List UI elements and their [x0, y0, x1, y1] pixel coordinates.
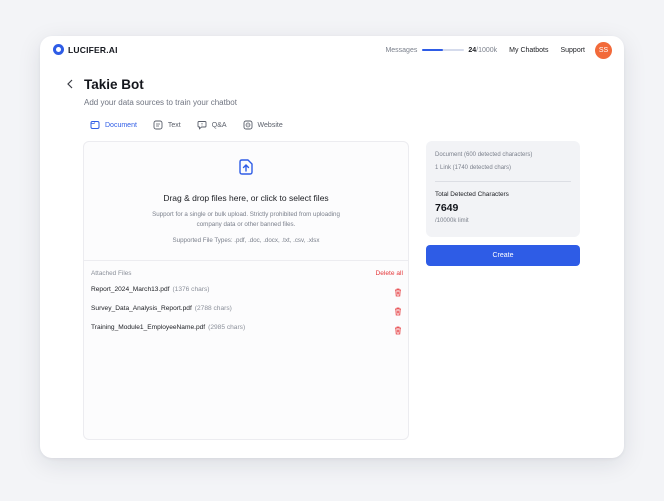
nav-support[interactable]: Support [560, 47, 585, 54]
file-row: Survey_Data_Analysis_Report.pdf (2788 cha… [91, 301, 403, 318]
create-button[interactable]: Create [426, 245, 580, 266]
summary-link-line: 1 Link (1740 detected chars) [435, 165, 512, 171]
character-summary: Document (600 detected characters) 1 Lin… [426, 141, 580, 237]
file-name: Report_2024_March13.pdf (1376 chars) [91, 286, 209, 293]
source-tabs: Document Text Q&A Website [90, 119, 299, 131]
messages-used: 24 [468, 46, 477, 54]
brand-name: LUCIFER.AI [68, 44, 118, 55]
back-button[interactable] [66, 78, 74, 92]
globe-icon [243, 120, 252, 130]
trash-icon [395, 288, 401, 297]
tab-document-label: Document [105, 121, 137, 129]
trash-icon [395, 307, 401, 316]
file-name: Training_Module1_EmployeeName.pdf (2985 c… [91, 324, 245, 331]
page-title: Takie Bot [84, 77, 144, 92]
summary-document-line: Document (600 detected characters) [435, 152, 533, 158]
file-name-text: Report_2024_March13.pdf [91, 286, 170, 293]
dropzone-subtitle: Support for a single or bulk upload. Str… [152, 211, 340, 228]
messages-label: Messages [385, 46, 418, 54]
tab-website-label: Website [257, 121, 283, 129]
app-window: LUCIFER.AI Messages 24 /1000k My Chatbot… [40, 36, 624, 458]
chat-bubble-icon [197, 121, 207, 130]
attached-files: Attached Files Delete all Report_2024_Ma… [91, 270, 403, 337]
tab-qa-label: Q&A [211, 121, 227, 129]
text-icon [153, 120, 163, 130]
character-limit: /10000k limit [435, 218, 469, 224]
total-characters-value: 7649 [435, 202, 459, 214]
file-row: Training_Module1_EmployeeName.pdf (2985 c… [91, 320, 403, 337]
file-size: (2985 chars) [208, 324, 246, 331]
top-nav: Messages 24 /1000k My Chatbots Support S… [385, 41, 612, 59]
messages-total: /1000k [476, 46, 498, 54]
upload-icon [239, 159, 253, 175]
tab-text-label: Text [167, 121, 181, 129]
file-name: Survey_Data_Analysis_Report.pdf (2788 cha… [91, 305, 232, 312]
summary-divider [435, 181, 571, 182]
file-dropzone[interactable]: Drag & drop files here, or click to sele… [84, 142, 408, 261]
document-icon [90, 121, 100, 129]
messages-progress-bar [422, 49, 465, 51]
upload-panel: Drag & drop files here, or click to sele… [83, 141, 409, 440]
avatar[interactable]: SS [595, 41, 612, 59]
tab-qa[interactable]: Q&A [197, 120, 227, 130]
delete-file-button[interactable] [394, 284, 402, 302]
chevron-left-icon [67, 79, 73, 89]
tab-text[interactable]: Text [153, 120, 181, 130]
delete-file-button[interactable] [394, 322, 402, 340]
brand-logo-icon [53, 44, 64, 55]
nav-my-chatbots[interactable]: My Chatbots [509, 47, 548, 54]
file-size: (2788 chars) [194, 305, 232, 312]
file-name-text: Training_Module1_EmployeeName.pdf [91, 324, 206, 331]
file-name-text: Survey_Data_Analysis_Report.pdf [91, 305, 192, 312]
brand[interactable]: LUCIFER.AI [53, 44, 118, 55]
attached-files-label: Attached Files [91, 270, 132, 277]
file-row: Report_2024_March13.pdf (1376 chars) [91, 282, 403, 299]
delete-all-button[interactable]: Delete all [376, 270, 404, 277]
trash-icon [395, 326, 401, 335]
dropzone-title: Drag & drop files here, or click to sele… [163, 193, 329, 203]
supported-file-types: Supported File Types: .pdf, .doc, .docx,… [172, 237, 320, 244]
attached-files-header: Attached Files Delete all [91, 270, 403, 280]
tab-website[interactable]: Website [243, 120, 283, 130]
total-characters-label: Total Detected Characters [435, 191, 509, 198]
file-size: (1376 chars) [172, 286, 210, 293]
delete-file-button[interactable] [394, 303, 402, 321]
tab-document[interactable]: Document [90, 120, 137, 130]
page-subtitle: Add your data sources to train your chat… [84, 98, 237, 107]
top-bar: LUCIFER.AI Messages 24 /1000k My Chatbot… [40, 36, 624, 66]
messages-progress-fill [422, 49, 444, 51]
